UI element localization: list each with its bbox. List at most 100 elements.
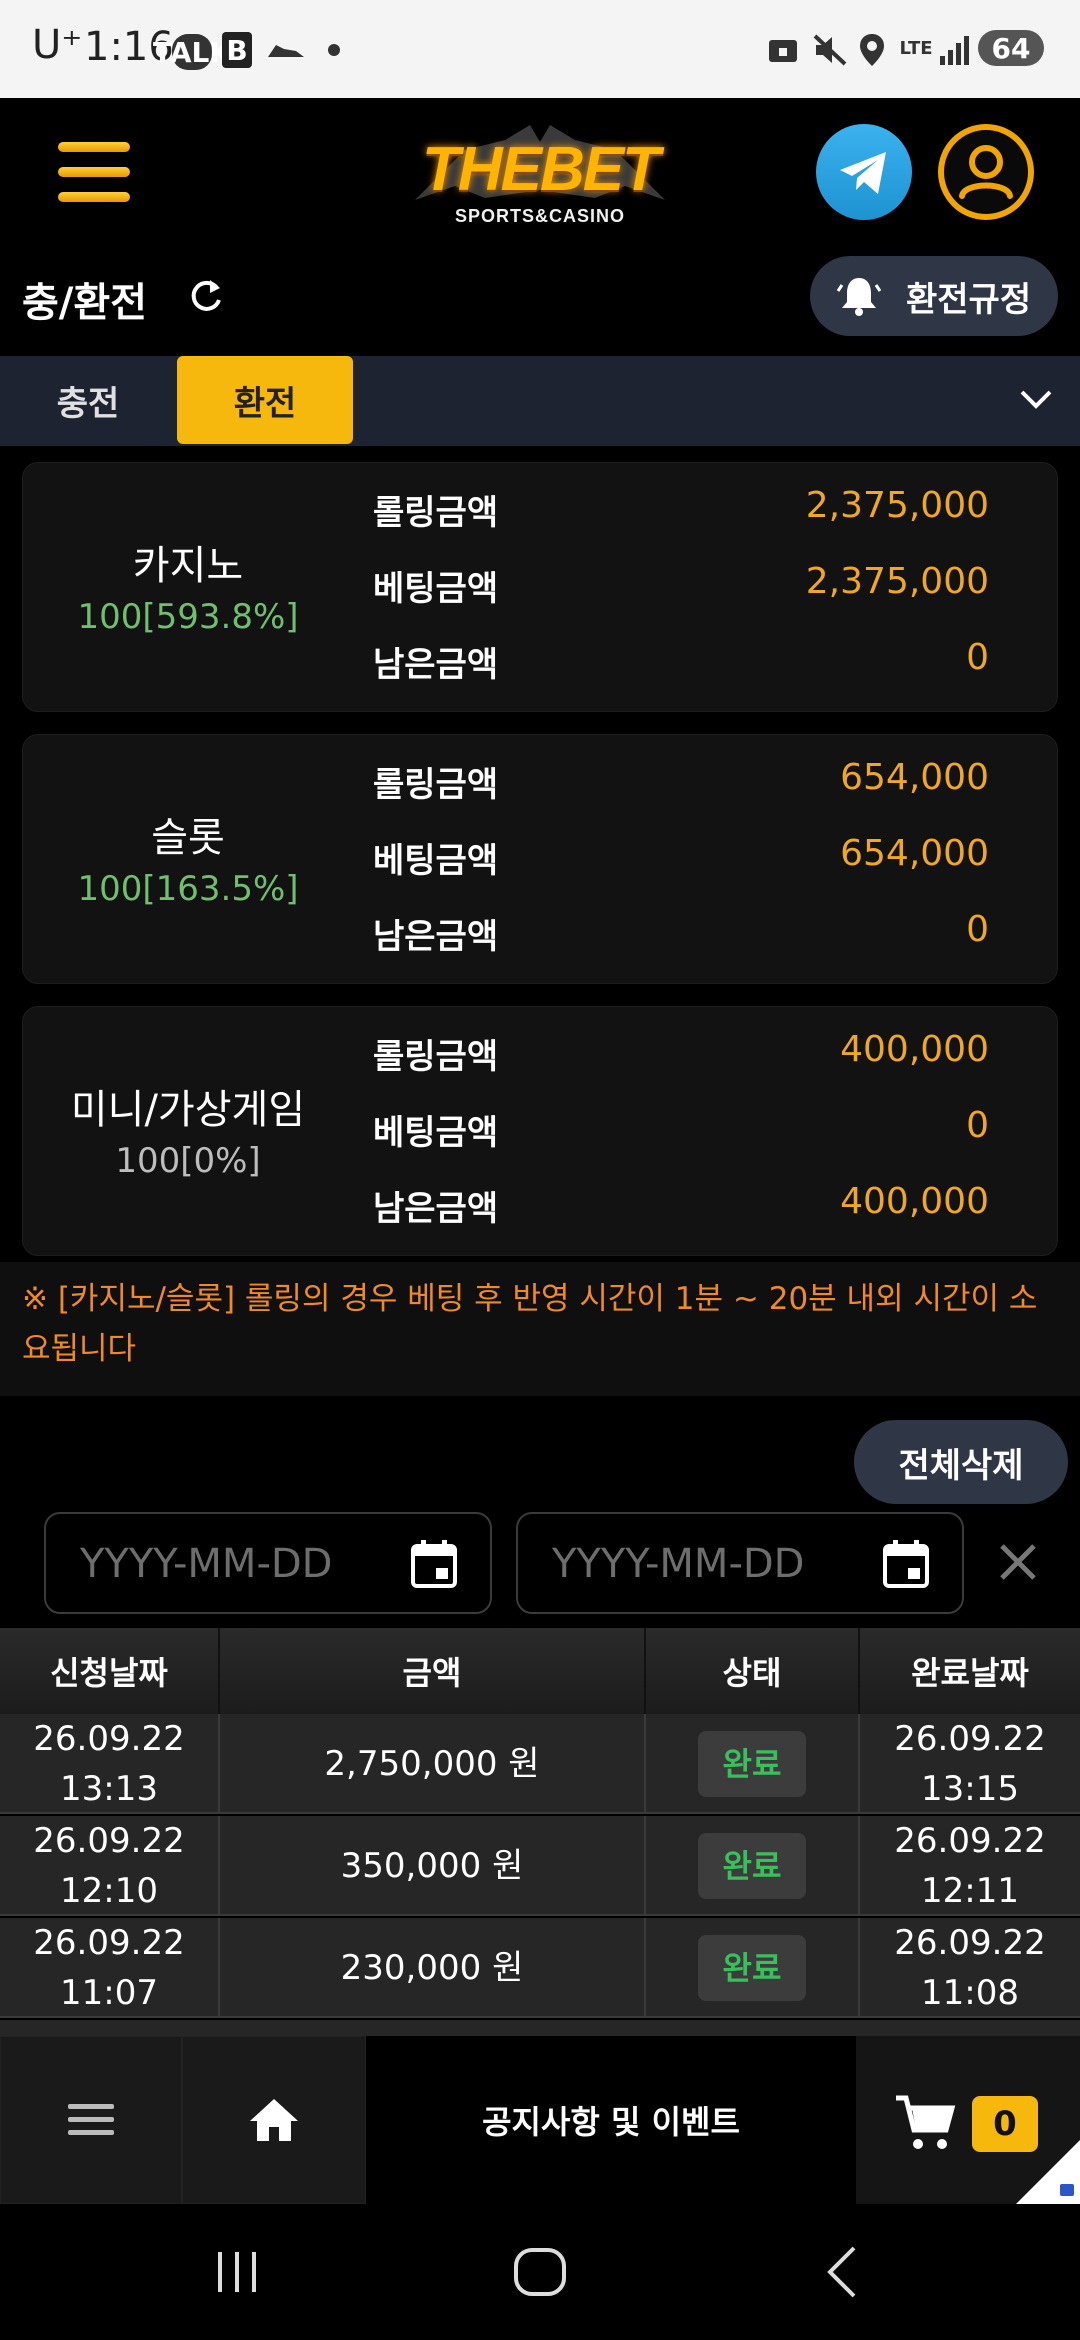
home-icon (250, 2099, 298, 2141)
hamburger-bar (58, 192, 130, 202)
back-icon[interactable] (822, 2244, 862, 2300)
row-value: 400,000 (840, 1029, 989, 1070)
cart-button[interactable]: 0 (856, 2036, 1080, 2204)
row-label: 베팅금액 (373, 569, 499, 609)
complete-time: 12:11 (921, 1871, 1019, 1911)
recent-apps-icon[interactable] (212, 2248, 262, 2296)
location-icon (856, 32, 888, 68)
row-label: 롤링금액 (373, 493, 499, 533)
complete-date: 26.09.22 (894, 1719, 1046, 1759)
request-time: 12:10 (60, 1871, 158, 1911)
row-label: 남은금액 (373, 1189, 499, 1229)
user-profile-button[interactable] (938, 124, 1034, 220)
request-time: 13:13 (60, 1769, 158, 1809)
rolling-card-mini-virtual: 미니/가상게임 100[0%] 롤링금액 400,000 베팅금액 0 남은금액… (22, 1006, 1058, 1256)
tab-charge[interactable]: 충전 (0, 356, 176, 444)
row-label: 베팅금액 (373, 1113, 499, 1153)
start-date-input[interactable] (80, 1536, 420, 1592)
complete-time: 11:08 (921, 1973, 1019, 2013)
game-name: 슬롯 (151, 815, 225, 861)
shoe-icon (264, 32, 308, 68)
request-date: 26.09.22 (33, 1923, 185, 1963)
kakaotalk-icon: TALK (152, 34, 232, 70)
hamburger-bar (58, 167, 130, 177)
request-datetime: 26.09.22 12:10 (0, 1816, 220, 1916)
amount: 2,750,000 원 (220, 1714, 646, 1814)
tab-bar: 충전 환전 (0, 356, 1080, 446)
row-label: 남은금액 (373, 917, 499, 957)
signal-icon (936, 32, 972, 68)
dot-icon (328, 44, 340, 56)
column-header: 완료날짜 (911, 1654, 1029, 1692)
table-row-partial (0, 2020, 1080, 2036)
amount: 230,000 원 (220, 1918, 646, 2018)
exchange-rules-button[interactable]: 환전규정 (810, 256, 1058, 336)
tab-exchange[interactable]: 환전 (177, 356, 353, 444)
end-date-input[interactable] (552, 1536, 892, 1592)
row-value: 654,000 (840, 833, 989, 874)
request-time: 11:07 (60, 1973, 158, 2013)
user-icon (959, 145, 1013, 199)
game-rate: 100[593.8%] (77, 597, 299, 637)
request-datetime: 26.09.22 13:13 (0, 1714, 220, 1814)
battery-indicator: 64 (978, 30, 1044, 66)
bottom-menu-button[interactable] (0, 2036, 182, 2204)
table-row[interactable]: 26.09.22 12:10 350,000 원 완료 26.09.22 12:… (0, 1816, 1080, 1916)
bell-icon (836, 278, 882, 316)
menu-button[interactable] (58, 142, 130, 202)
row-value: 0 (966, 1105, 989, 1146)
row-label: 롤링금액 (373, 1037, 499, 1077)
status-badge: 완료 (698, 1731, 806, 1797)
telegram-button[interactable] (816, 124, 912, 220)
chevron-down-icon[interactable] (1018, 388, 1054, 412)
history-table-header: 신청날짜 금액 상태 완료날짜 (0, 1628, 1080, 1714)
row-value: 0 (966, 909, 989, 950)
rolling-card-slot: 슬롯 100[163.5%] 롤링금액 654,000 베팅금액 654,000… (22, 734, 1058, 984)
app-header: THEBET SPORTS&CASINO (0, 98, 1080, 268)
complete-datetime: 26.09.22 13:15 (860, 1714, 1080, 1814)
notice-line: 요됩니다 (22, 1331, 137, 1367)
home-button[interactable] (182, 2036, 366, 2204)
carrier-label: U⁺ (32, 22, 83, 68)
delete-all-button[interactable]: 전체삭제 (854, 1420, 1068, 1504)
page-title: 충/환전 (22, 280, 148, 326)
row-label: 롤링금액 (373, 765, 499, 805)
column-header: 금액 (220, 1628, 646, 1714)
end-date-field[interactable] (516, 1512, 964, 1614)
complete-date: 26.09.22 (894, 1923, 1046, 1963)
status-badge: 완료 (698, 1833, 806, 1899)
rolling-notice: ※ [카지노/슬롯] 롤링의 경우 베팅 후 반영 시간이 1분 ~ 20분 내… (22, 1274, 1052, 1374)
status-badge: 완료 (698, 1935, 806, 2001)
logo-text: THEBET (422, 135, 660, 204)
game-rate: 100[163.5%] (77, 869, 299, 909)
cart-icon (896, 2095, 956, 2149)
complete-time: 13:15 (921, 1769, 1019, 1809)
close-icon[interactable] (996, 1540, 1040, 1584)
b-app-icon: B (222, 32, 252, 68)
status-cell: 완료 (646, 1918, 860, 2018)
site-logo[interactable]: THEBET SPORTS&CASINO (395, 120, 685, 230)
table-row[interactable]: 26.09.22 13:13 2,750,000 원 완료 26.09.22 1… (0, 1714, 1080, 1814)
status-cell: 완료 (646, 1816, 860, 1916)
notice-events-link[interactable]: 공지사항 및 이벤트 (366, 2036, 856, 2204)
status-bar: U⁺ 1:16 TALK B LTE 64 (0, 0, 1080, 98)
game-name: 카지노 (132, 543, 244, 589)
row-label: 베팅금액 (373, 841, 499, 881)
row-value: 2,375,000 (805, 561, 989, 602)
table-row[interactable]: 26.09.22 11:07 230,000 원 완료 26.09.22 11:… (0, 1918, 1080, 2018)
row-value: 2,375,000 (805, 485, 989, 526)
amount: 350,000 원 (220, 1816, 646, 1916)
start-date-field[interactable] (44, 1512, 492, 1614)
menu-icon (68, 2104, 114, 2135)
complete-datetime: 26.09.22 11:08 (860, 1918, 1080, 2018)
mute-icon (810, 32, 850, 68)
hamburger-bar (58, 142, 130, 152)
rolling-card-casino: 카지노 100[593.8%] 롤링금액 2,375,000 베팅금액 2,37… (22, 462, 1058, 712)
request-date: 26.09.22 (33, 1719, 185, 1759)
bottom-nav: 공지사항 및 이벤트 0 (0, 2036, 1080, 2204)
exchange-rules-label: 환전규정 (906, 279, 1032, 320)
calendar-icon[interactable] (882, 1538, 930, 1590)
refresh-icon[interactable] (186, 276, 226, 316)
home-nav-icon[interactable] (512, 2246, 568, 2298)
calendar-icon[interactable] (410, 1538, 458, 1590)
